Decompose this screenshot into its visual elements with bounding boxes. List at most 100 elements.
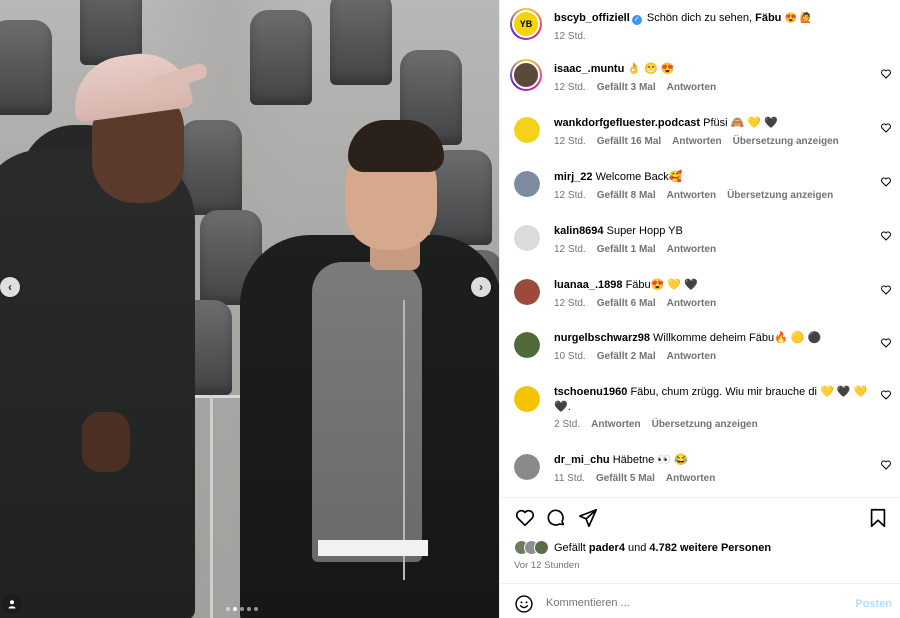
comment-username[interactable]: tschoenu1960 [554,386,627,398]
comments-panel: YB bscyb_offiziell ✓ Schön dich zu sehen,… [499,0,900,618]
likes-prefix: Gefällt [554,541,586,554]
reply-button[interactable]: Antworten [672,136,721,147]
post-comment-button[interactable]: Posten [855,598,892,610]
comment-icon[interactable] [545,507,567,529]
comment-likes[interactable]: Gefällt 8 Mal [597,190,656,201]
comment-text: 👌 😁 😍 [627,63,675,75]
comment-username[interactable]: luanaa_.1898 [554,279,623,291]
avatar-image [514,386,540,412]
reply-button[interactable]: Antworten [667,190,716,201]
comment-likes[interactable]: Gefällt 5 Mal [596,473,655,484]
caption-username[interactable]: bscyb_offiziell [554,12,630,24]
comment-username[interactable]: kalin8694 [554,225,604,237]
comment-text: Pfüsi 🙈 💛 🖤 [703,117,778,129]
post-actions [514,507,889,529]
person-right-sweater [312,262,422,562]
person-right-hair [348,120,444,172]
comment-likes[interactable]: Gefällt 3 Mal [597,82,656,93]
share-icon[interactable] [577,507,599,529]
comment-username[interactable]: mirj_22 [554,171,593,183]
avatar[interactable] [514,225,540,251]
avatar [534,540,549,555]
person-left-hand [82,412,130,472]
comment-heart-icon[interactable] [880,337,892,349]
comment-username[interactable]: nurgelbschwarz98 [554,332,650,344]
post-timestamp[interactable]: Vor 12 Stunden [514,560,580,571]
comment-time[interactable]: 2 Std. [554,419,580,430]
comment-likes[interactable]: Gefällt 1 Mal [597,244,656,255]
comment-time[interactable]: 12 Std. [554,244,586,255]
reply-button[interactable]: Antworten [667,82,716,93]
comment-username[interactable]: dr_mi_chu [554,454,610,466]
comment-text: Häbetne 👀 😂 [612,454,688,466]
comment-heart-icon[interactable] [880,230,892,242]
heart-icon[interactable] [514,507,536,529]
comment-heart-icon[interactable] [880,389,892,401]
comment-likes[interactable]: Gefällt 16 Mal [597,136,661,147]
avatar[interactable] [514,279,540,305]
post-modal: ‹ › YB bscyb_offiziell ✓ Schön dich zu se… [0,0,900,618]
person-left-hoodie [0,150,195,618]
comment-likes[interactable]: Gefällt 2 Mal [597,351,656,362]
comment-text: Willkomme deheim Fäbu🔥 🟡 ⚫ [653,332,822,344]
likes-count[interactable]: 4.782 weitere Personen [649,542,771,554]
verified-badge-icon: ✓ [631,15,642,25]
reply-button[interactable]: Antworten [666,473,715,484]
divider [500,497,900,498]
user-tag-button[interactable] [2,594,22,614]
avatar[interactable] [514,454,540,480]
comment-time[interactable]: 10 Std. [554,351,586,362]
carousel-dot [240,607,244,611]
avatar[interactable] [510,59,542,91]
avatar-image [514,332,540,358]
comment-time[interactable]: 12 Std. [554,136,586,147]
comment-heart-icon[interactable] [880,122,892,134]
avatar[interactable]: YB [510,8,542,40]
bookmark-icon[interactable] [867,507,889,529]
reply-button[interactable]: Antworten [667,298,716,309]
person-right-shirt-hem [318,540,428,556]
comment-heart-icon[interactable] [880,284,892,296]
jacket-zipper [403,300,405,580]
translate-button[interactable]: Übersetzung anzeigen [733,136,839,147]
avatar[interactable] [514,171,540,197]
comment-username[interactable]: wankdorfgefluester.podcast [554,117,700,129]
caption-emojis: 😍 🙋 [784,13,813,24]
comment-heart-icon[interactable] [880,459,892,471]
carousel-indicator [226,607,258,611]
avatar-image [512,61,540,89]
comment-likes[interactable]: Gefällt 6 Mal [597,298,656,309]
translate-button[interactable]: Übersetzung anzeigen [652,419,758,430]
chevron-left-icon: ‹ [8,280,12,294]
comment-text: Fäbu😍 💛 🖤 [625,279,698,291]
avatar[interactable] [514,386,540,412]
comment-composer: Posten [500,588,900,618]
yb-logo-icon: YB [512,10,540,38]
stadium-seat [0,20,52,115]
comment-username[interactable]: isaac_.muntu [554,63,624,75]
reply-button[interactable]: Antworten [667,244,716,255]
comment-heart-icon[interactable] [880,68,892,80]
likes-user[interactable]: pader4 [589,542,625,554]
comment-input[interactable] [546,597,836,609]
smiley-icon[interactable] [514,594,534,614]
caption-time[interactable]: 12 Std. [554,31,586,42]
comment-time[interactable]: 12 Std. [554,82,586,93]
comment-time[interactable]: 12 Std. [554,298,586,309]
carousel-dot [254,607,258,611]
caption-mention[interactable]: Fäbu [755,12,781,24]
avatar[interactable] [514,332,540,358]
post-photo[interactable]: ‹ › [0,0,499,618]
likes-middle: und [628,541,647,554]
carousel-prev-button[interactable]: ‹ [0,277,20,297]
comment-time[interactable]: 11 Std. [554,473,585,484]
carousel-next-button[interactable]: › [471,277,491,297]
reply-button[interactable]: Antworten [591,419,640,430]
comment-heart-icon[interactable] [880,176,892,188]
reply-button[interactable]: Antworten [667,351,716,362]
comments-list[interactable]: YB bscyb_offiziell ✓ Schön dich zu sehen,… [500,0,900,497]
avatar[interactable] [514,117,540,143]
comment-time[interactable]: 12 Std. [554,190,586,201]
translate-button[interactable]: Übersetzung anzeigen [727,190,833,201]
divider [500,583,900,584]
